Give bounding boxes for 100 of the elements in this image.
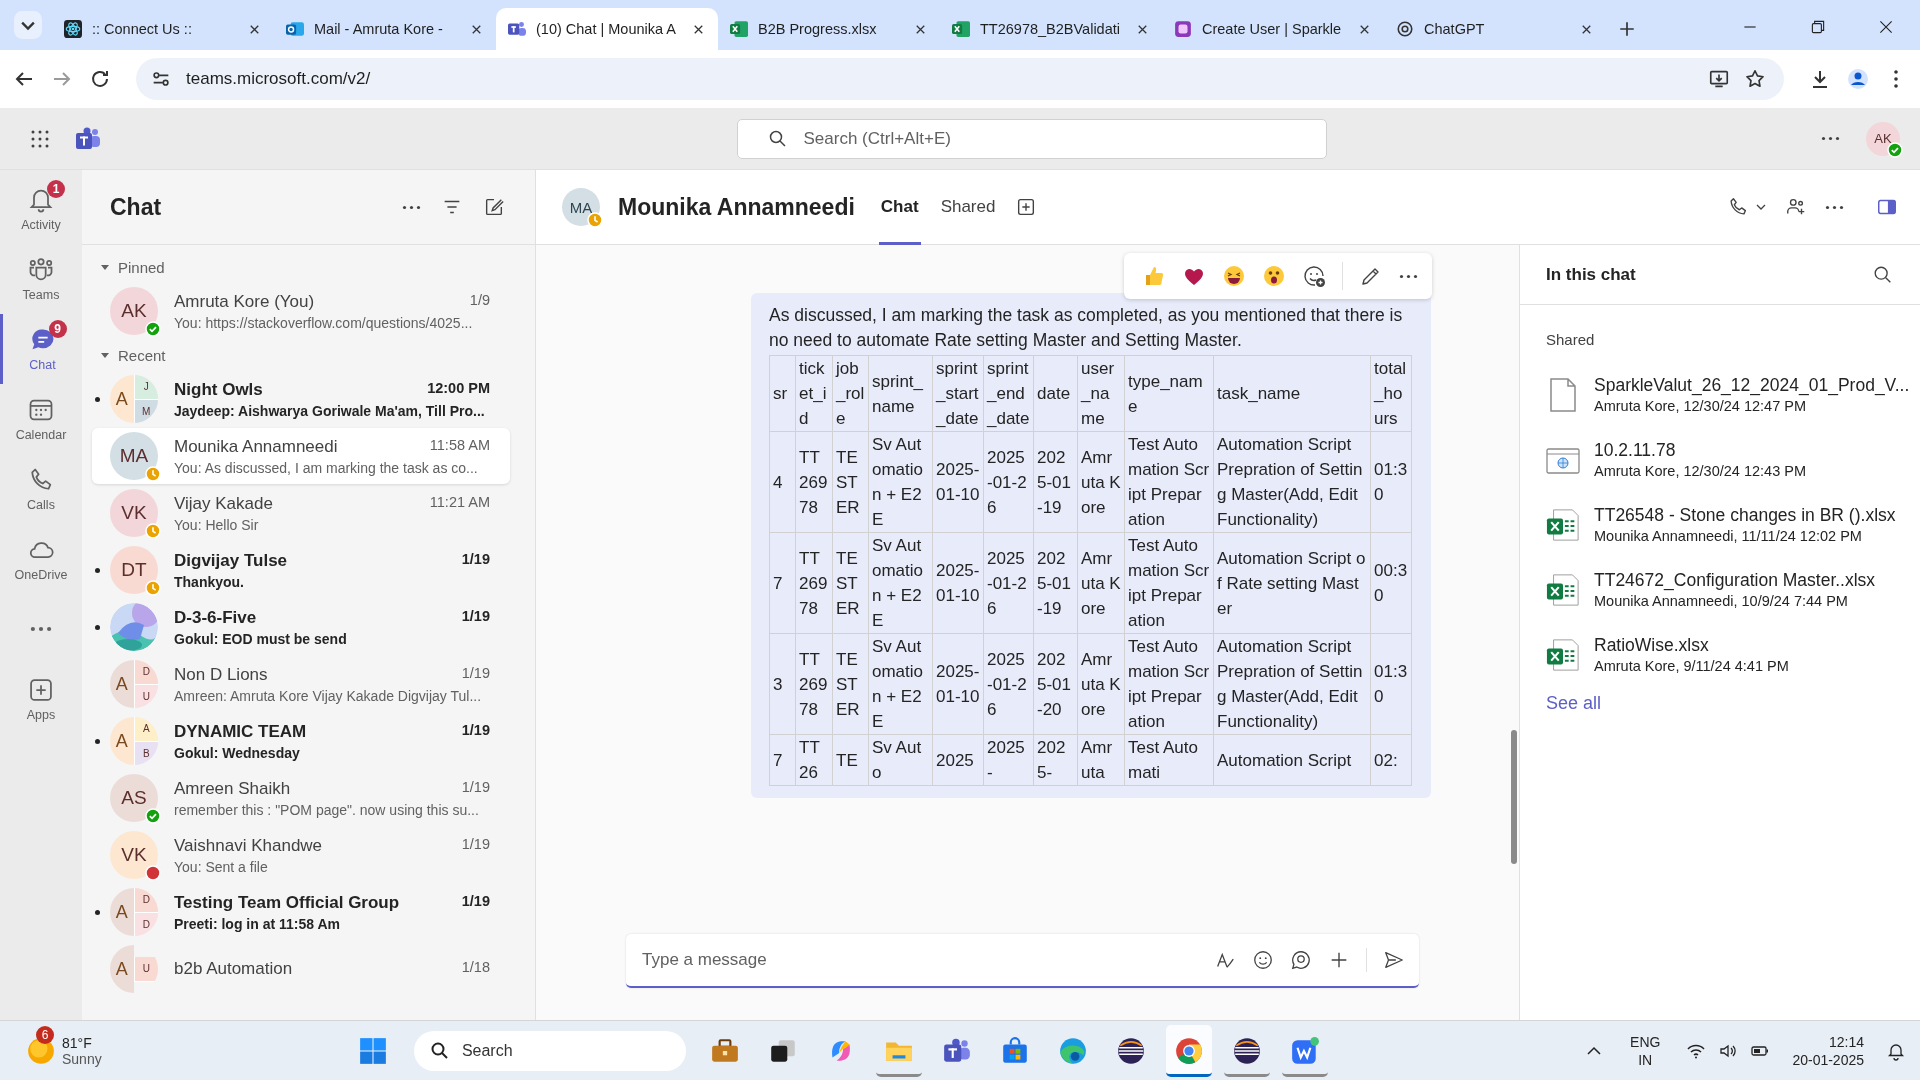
- compose-icon[interactable]: [483, 196, 505, 218]
- rail-item[interactable]: Apps: [0, 664, 82, 734]
- browser-tab[interactable]: :: Connect Us ::: [52, 8, 274, 50]
- unread-dot: [94, 624, 100, 630]
- more-icon[interactable]: [1821, 136, 1840, 141]
- shared-file[interactable]: SparkleValut_26_12_2024_01_Prod_V... Amruta Kore, 12/30/24 12:47 PM: [1520, 362, 1920, 427]
- browser-tab[interactable]: Mail - Amruta Kore -: [274, 8, 496, 50]
- rail-label: Calendar: [15, 428, 67, 442]
- browser-tab[interactable]: B2B Progress.xlsx: [718, 8, 940, 50]
- unread-dot: [94, 738, 100, 744]
- table-cell: 2025-01-26: [983, 431, 1034, 533]
- section-header[interactable]: Recent: [82, 341, 166, 369]
- shared-file[interactable]: TT24672_Configuration Master..xlsx Mounika Annamneedi, 10/9/24 7:44 PM: [1520, 557, 1920, 622]
- restore-icon[interactable]: [1809, 18, 1827, 36]
- avatar-initial: B: [134, 741, 158, 765]
- shared-file[interactable]: TT26548 - Stone changes in BR ().xlsx Mounika Annamneedi, 11/11/24 12:02 PM: [1520, 492, 1920, 557]
- close-icon[interactable]: [1877, 18, 1895, 36]
- sphere-icon[interactable]: [1231, 1035, 1262, 1066]
- profile-icon[interactable]: [1846, 67, 1870, 91]
- chat-list-item[interactable]: AS Amreen Shaikh 1/19 remember this : "POM page". now using this su...: [92, 770, 510, 826]
- table-cell: 01:30: [1370, 431, 1412, 533]
- chat-list-item[interactable]: A U b2b Automation 1/18: [92, 941, 510, 997]
- timestamp: 11:21 AM: [429, 493, 490, 512]
- scrollbar-thumb[interactable]: [1511, 730, 1517, 864]
- surprised-face-icon[interactable]: [1262, 264, 1286, 288]
- send-icon[interactable]: [1383, 949, 1405, 971]
- browser-icon[interactable]: [1173, 1035, 1204, 1066]
- table-cell: 7: [769, 734, 796, 786]
- spreadsheet-icon: [1546, 571, 1580, 608]
- search-field[interactable]: Search (Ctrl+Alt+E): [803, 123, 1308, 154]
- install-icon[interactable]: [1708, 68, 1730, 90]
- rail-item[interactable]: Teams: [0, 244, 82, 314]
- table-cell: Amruta Kore: [1077, 532, 1125, 634]
- clock-time[interactable]: 12:14: [1828, 1032, 1864, 1051]
- table-cell: 2025-01-19: [1033, 532, 1078, 634]
- rail-item[interactable]: OneDrive: [0, 524, 82, 594]
- browser-tab[interactable]: ChatGPT: [1384, 8, 1606, 50]
- message-box[interactable]: Type a message: [626, 934, 1419, 988]
- contact-name: Mounika Annamneedi: [174, 436, 338, 457]
- chat-list-item[interactable]: AK Amruta Kore (You) 1/9 You: https://stackoverflow.com/questions/4025...: [92, 283, 510, 339]
- app-launcher-icon[interactable]: [30, 128, 50, 149]
- chat-list-item[interactable]: A J M Night Owls 12:00 PM Jaydeep: Aishwarya Goriwale Ma'am, Till Pro...: [92, 371, 510, 427]
- column-header: job_role: [832, 355, 869, 432]
- sticker-icon[interactable]: [1290, 949, 1312, 971]
- chat-list-item[interactable]: A D U Non D Lions 1/19 Amreen: Amruta Kore Vijay Kakade Digvijay Tul...: [92, 656, 510, 712]
- tab-search-icon[interactable]: [14, 11, 42, 39]
- address-bar[interactable]: teams.microsoft.com/v2/: [136, 58, 1784, 100]
- contact-name: Non D Lions: [174, 664, 268, 685]
- table-cell: 4: [769, 431, 796, 533]
- avatar-initial: D: [134, 660, 158, 685]
- chat-list-item[interactable]: A A B DYNAMIC TEAM 1/19 Gokul: Wednesday: [92, 713, 510, 769]
- browser-tab[interactable]: (10) Chat | Mounika A: [496, 8, 718, 50]
- browser-tab[interactable]: TT26978_B2BValidati: [940, 8, 1162, 50]
- chat-list-item[interactable]: A D D Testing Team Official Group 1/19 Preeti: log in at 11:58 Am: [92, 884, 510, 940]
- language[interactable]: ENG: [1630, 1032, 1661, 1051]
- more-icon[interactable]: [402, 204, 421, 210]
- browser-tab[interactable]: Create User | Sparkle: [1162, 8, 1384, 50]
- rail-item[interactable]: Calls: [0, 454, 82, 524]
- file-name: 10.2.11.78: [1594, 440, 1677, 461]
- table-cell: Amruta: [1077, 734, 1125, 786]
- tab-title: TT26978_B2BValidati: [980, 21, 1121, 37]
- chat-list-item[interactable]: VK Vaishnavi Khandwe 1/19 You: Sent a file: [92, 827, 510, 883]
- shared-file[interactable]: RatioWise.xlsx Amruta Kore, 9/11/24 4:41 PM: [1520, 622, 1920, 687]
- rail-item[interactable]: 1 Activity: [0, 174, 82, 244]
- more-icon[interactable]: [1825, 204, 1844, 210]
- tab[interactable]: Shared: [938, 169, 998, 245]
- emoji-icon[interactable]: [1252, 949, 1274, 971]
- timestamp: 11:58 AM: [429, 436, 490, 455]
- more-icon[interactable]: [1399, 273, 1418, 279]
- chat-list-item[interactable]: D-3-6-Five 1/19 Gokul: EOD must be send: [92, 599, 510, 655]
- table-cell: 7: [769, 532, 796, 634]
- app-tile-icon[interactable]: [1289, 1035, 1320, 1066]
- avatar: DT: [110, 546, 158, 594]
- star-icon[interactable]: [1744, 68, 1766, 90]
- taskbar-search[interactable]: Search: [413, 1030, 686, 1071]
- panel-title: Chat: [110, 193, 162, 221]
- unread-dot: [94, 567, 100, 573]
- chat-list-item[interactable]: MA Mounika Annamneedi 11:58 AM You: As discussed, I am marking the task as co...: [92, 428, 510, 484]
- sphere-icon[interactable]: [1115, 1035, 1146, 1066]
- chat-list-item[interactable]: DT Digvijay Tulse 1/19 Thankyou.: [92, 542, 510, 598]
- shared-file[interactable]: 10.2.11.78 Amruta Kore, 12/30/24 12:43 PM: [1520, 427, 1920, 492]
- table-cell: TE: [832, 734, 869, 786]
- see-all-link[interactable]: See all: [1546, 693, 1602, 714]
- laughing-face-icon[interactable]: [1222, 264, 1246, 288]
- clock-date[interactable]: 20-01-2025: [1792, 1050, 1864, 1069]
- rail-item[interactable]: Calendar: [0, 384, 82, 454]
- search-box[interactable]: Search (Ctrl+Alt+E): [736, 118, 1327, 159]
- add-reaction-icon[interactable]: [1302, 264, 1326, 288]
- timestamp: 1/18: [461, 959, 490, 977]
- table-cell: TT26978: [795, 633, 833, 735]
- section-header[interactable]: Pinned: [82, 253, 165, 281]
- file-name: TT24672_Configuration Master..xlsx: [1594, 570, 1876, 591]
- chat-list-item[interactable]: VK Vijay Kakade 11:21 AM You: Hello Sir: [92, 485, 510, 541]
- region[interactable]: IN: [1638, 1050, 1653, 1069]
- windows-logo-icon[interactable]: [357, 1035, 388, 1066]
- avatar-initial: D: [134, 912, 158, 936]
- message-preview: Jaydeep: Aishwarya Goriwale Ma'am, Till Pro...: [174, 402, 486, 419]
- avatar: VK: [110, 831, 158, 879]
- new-tab-icon[interactable]: [1618, 20, 1636, 38]
- wave-icon[interactable]: [1057, 1035, 1088, 1066]
